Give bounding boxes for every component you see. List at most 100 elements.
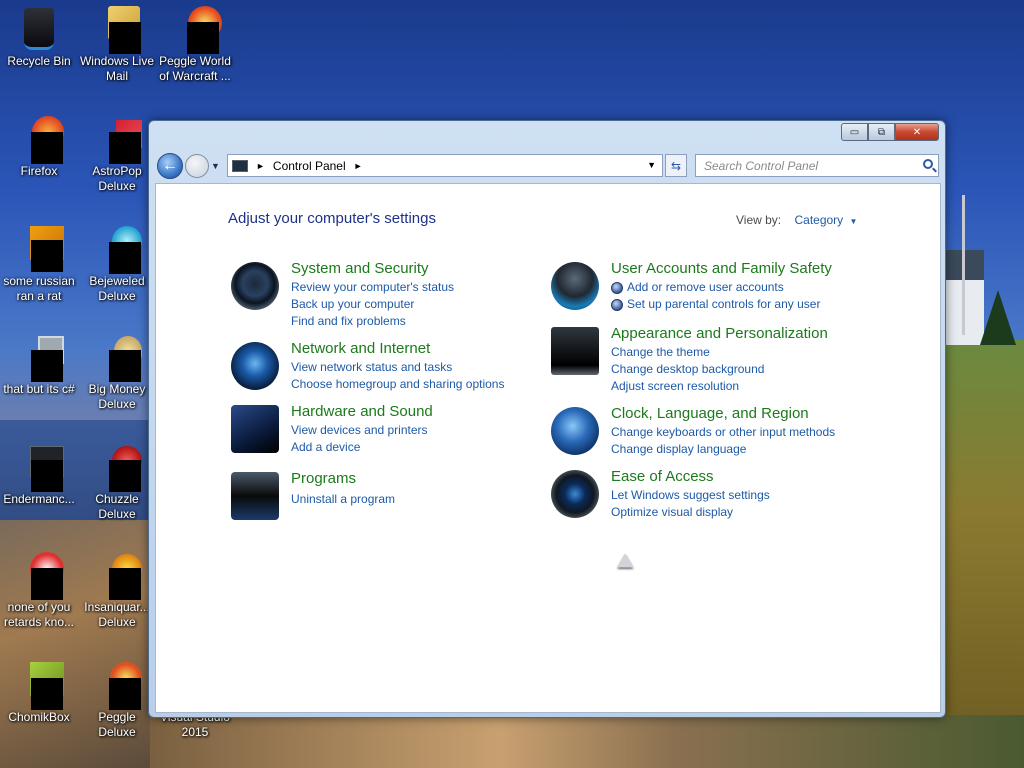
desktop-icon-chuzzle[interactable]: Chuzzle Deluxe — [78, 444, 156, 522]
category-link[interactable]: Optimize visual display — [611, 504, 770, 521]
users-icon[interactable] — [551, 262, 599, 310]
category-link[interactable]: Change keyboards or other input methods — [611, 424, 835, 441]
category-link[interactable]: Review your computer's status — [291, 279, 454, 296]
desktop-icon-label: Windows Live Mail — [79, 54, 155, 83]
desktop-icon-label: some russian ran a rat — [3, 274, 75, 303]
control-panel-window: ▭ ⧉ ✕ ← ▼ ► Control Panel ► ▼ ⇆ Search C… — [148, 120, 946, 718]
security-icon[interactable] — [231, 262, 279, 310]
desktop-icon-recycle-bin[interactable]: Recycle Bin — [0, 6, 78, 69]
desktop-icon-label: Peggle World of Warcraft ... — [159, 54, 231, 83]
view-by-dropdown[interactable]: Category — [794, 213, 843, 227]
peggle-icon — [94, 662, 142, 710]
desktop-icon-chomikbox[interactable]: ChomikBox — [0, 662, 78, 725]
search-icon[interactable] — [923, 159, 933, 169]
appearance-icon[interactable] — [551, 327, 599, 375]
desktop-icon-bejeweled[interactable]: Bejeweled Deluxe — [78, 226, 156, 304]
refresh-icon: ⇆ — [670, 158, 682, 173]
address-dropdown-icon[interactable]: ▼ — [647, 160, 656, 170]
category-link[interactable]: View devices and printers — [291, 422, 433, 439]
control-panel-icon — [232, 159, 248, 172]
shortcut-icon — [16, 334, 64, 382]
page-title: Adjust your computer's settings — [228, 210, 436, 227]
desktop-icon-label: Big Money Deluxe — [88, 382, 146, 411]
category-link[interactable]: Find and fix problems — [291, 313, 454, 330]
desktop-icon-label: Firefox — [20, 164, 58, 178]
arrow-left-icon: ← — [162, 157, 178, 174]
desktop-icon-firefox[interactable]: Firefox — [0, 116, 78, 179]
desktop-icon-label: AstroPop Deluxe — [92, 164, 142, 193]
programs-icon[interactable] — [231, 472, 279, 520]
navigation-bar: ← ▼ ► Control Panel ► ▼ ⇆ Search Control… — [157, 153, 939, 179]
chevron-down-icon[interactable]: ▼ — [850, 217, 858, 226]
desktop-icon-insaniquarium[interactable]: Insaniquar... Deluxe — [78, 552, 156, 630]
network-icon[interactable] — [231, 342, 279, 390]
desktop-icon-that-but-csharp[interactable]: that but its c# — [0, 334, 78, 397]
category-title[interactable]: Appearance and Personalization — [611, 324, 828, 344]
desktop-icon-label: none of you retards kno... — [3, 600, 75, 629]
category-link[interactable]: Add or remove user accounts — [611, 279, 832, 296]
refresh-button[interactable]: ⇆ — [665, 154, 687, 177]
program-icon — [16, 444, 64, 492]
category-title[interactable]: Clock, Language, and Region — [611, 404, 835, 424]
desktop-icon-label: Recycle Bin — [7, 54, 71, 68]
category-link[interactable]: Let Windows suggest settings — [611, 487, 770, 504]
control-panel-content: Adjust your computer's settings View by:… — [155, 183, 941, 713]
shortcut-icon — [16, 552, 64, 600]
desktop-icon-windows-live-mail[interactable]: Windows Live Mail — [78, 6, 156, 84]
breadcrumb-separator[interactable]: ► — [256, 161, 265, 171]
category-link[interactable]: Set up parental controls for any user — [611, 296, 832, 313]
category-link[interactable]: Change display language — [611, 441, 835, 458]
category-link[interactable]: Add a device — [291, 439, 433, 456]
desktop-icon-none-of-you[interactable]: none of you retards kno... — [0, 552, 78, 630]
category-link[interactable]: Back up your computer — [291, 296, 454, 313]
wallpaper-tree — [980, 290, 1016, 345]
recycle-bin-icon — [16, 6, 62, 52]
category-link[interactable]: Uninstall a program — [291, 491, 395, 508]
clock-icon[interactable] — [551, 407, 599, 455]
category-title[interactable]: Ease of Access — [611, 467, 770, 487]
hardware-icon[interactable] — [231, 405, 279, 453]
category-link[interactable]: Choose homegroup and sharing options — [291, 376, 504, 393]
desktop-icon-label: Endermanc... — [3, 492, 75, 506]
breadcrumb-separator[interactable]: ► — [354, 161, 363, 171]
category-link[interactable]: Adjust screen resolution — [611, 378, 828, 395]
category-title[interactable]: System and Security — [291, 259, 454, 279]
category-title[interactable]: Programs — [291, 469, 395, 489]
desktop-icon-astropop[interactable]: AstroPop Deluxe — [78, 116, 156, 194]
search-input[interactable]: Search Control Panel — [695, 154, 939, 177]
shield-icon — [611, 281, 623, 294]
desktop-icon-endermanc[interactable]: Endermanc... — [0, 444, 78, 507]
forward-button[interactable] — [185, 154, 209, 178]
firefox-icon — [16, 116, 64, 164]
desktop-icon-label: that but its c# — [3, 382, 75, 396]
window-controls: ▭ ⧉ ✕ — [841, 123, 939, 141]
wallpaper-pole — [962, 195, 965, 335]
desktop-icon-label: Chuzzle Deluxe — [95, 492, 139, 521]
recent-pages-dropdown[interactable]: ▼ — [211, 161, 220, 171]
desktop-icon-big-money[interactable]: Big Money Deluxe — [78, 334, 156, 412]
category-link[interactable]: View network status and tasks — [291, 359, 504, 376]
close-button[interactable]: ✕ — [895, 123, 939, 141]
category-link[interactable]: Change the theme — [611, 344, 828, 361]
category-title[interactable]: Network and Internet — [291, 339, 504, 359]
back-button[interactable]: ← — [157, 153, 183, 179]
insaniquarium-icon — [94, 552, 142, 600]
category-link-text[interactable]: Add or remove user accounts — [627, 279, 784, 296]
desktop-icon-peggle-wow[interactable]: Peggle World of Warcraft ... — [156, 6, 234, 84]
category-title[interactable]: User Accounts and Family Safety — [611, 259, 832, 279]
category-link[interactable]: Change desktop background — [611, 361, 828, 378]
address-bar[interactable]: ► Control Panel ► ▼ — [227, 154, 663, 177]
windows-live-mail-icon — [94, 6, 141, 54]
bejeweled-icon — [94, 226, 142, 274]
astropop-icon — [94, 116, 142, 164]
maximize-button[interactable]: ⧉ — [868, 123, 895, 141]
category-link-text[interactable]: Set up parental controls for any user — [627, 296, 820, 313]
ease-of-access-icon[interactable] — [551, 470, 599, 518]
breadcrumb-control-panel[interactable]: Control Panel — [273, 159, 346, 173]
desktop-icon-russian-rat[interactable]: some russian ran a rat — [0, 226, 78, 304]
chomikbox-icon — [16, 662, 64, 710]
minimize-button[interactable]: ▭ — [841, 123, 868, 141]
category-title[interactable]: Hardware and Sound — [291, 402, 433, 422]
desktop-icon-label: Insaniquar... Deluxe — [84, 600, 150, 629]
desktop-icon-peggle[interactable]: Peggle Deluxe — [78, 662, 156, 740]
